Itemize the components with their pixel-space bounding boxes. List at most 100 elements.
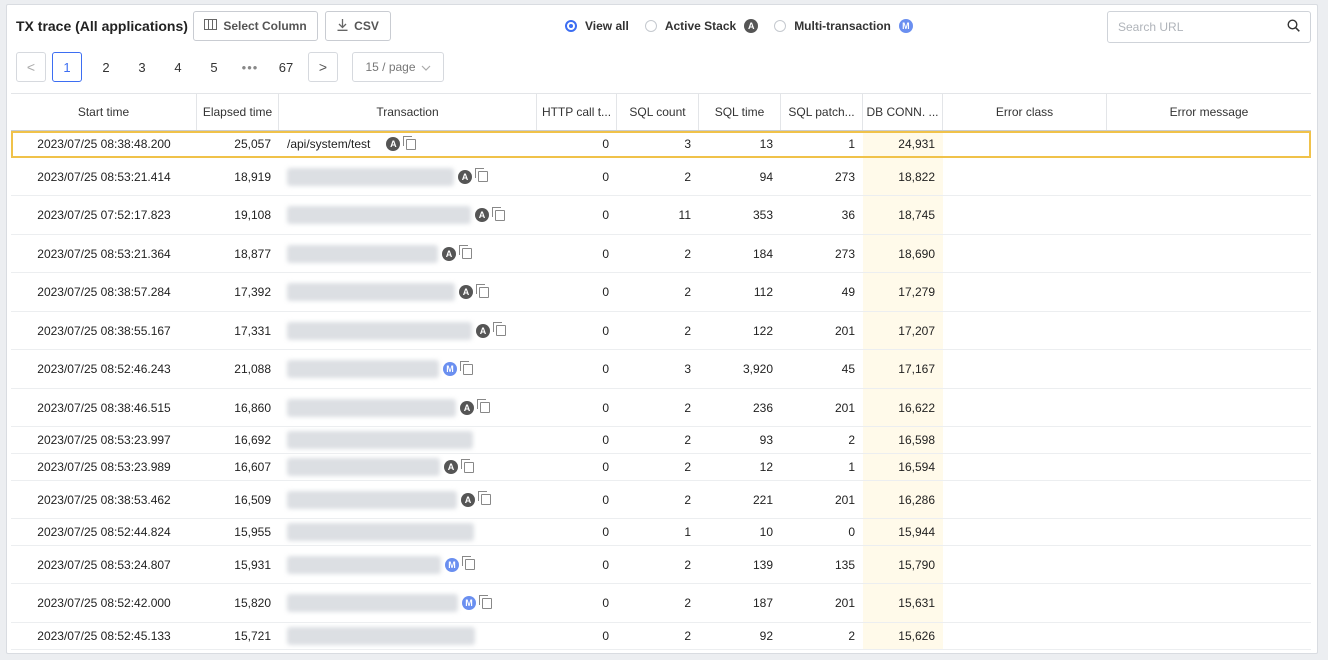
- col-elapsed-time[interactable]: Elapsed time: [197, 94, 279, 130]
- table-row[interactable]: 2023/07/25 08:53:21.414 18,919 A 0 2 94 273 18,…: [11, 158, 1311, 196]
- col-error-class[interactable]: Error class: [943, 94, 1107, 130]
- copy-icon[interactable]: [403, 135, 417, 150]
- cell-transaction[interactable]: A: [279, 273, 537, 311]
- col-sql-count[interactable]: SQL count: [617, 94, 699, 130]
- copy-icon[interactable]: [460, 360, 473, 375]
- csv-download-button[interactable]: CSV: [325, 11, 391, 41]
- col-sql-time[interactable]: SQL time: [699, 94, 781, 130]
- copy-icon[interactable]: [479, 594, 492, 609]
- active-stack-badge[interactable]: A: [386, 137, 401, 151]
- table-row[interactable]: 2023/07/25 08:53:23.989 16,607 A 0 2 12 1 16,59…: [11, 454, 1311, 481]
- page-2[interactable]: 2: [88, 60, 124, 75]
- pagination: < 1 2 3 4 5 ••• 67 > 15 / page: [16, 52, 444, 82]
- cell-sql-count: 2: [684, 400, 691, 415]
- cell-transaction[interactable]: A: [279, 312, 537, 349]
- active-stack-badge[interactable]: A: [458, 169, 472, 184]
- cell-start-time: 2023/07/25 08:53:21.364: [37, 246, 171, 261]
- copy-icon[interactable]: [459, 245, 472, 259]
- table-row[interactable]: 2023/07/25 08:53:24.807 15,931 M 0 2 139 135 15…: [11, 546, 1311, 584]
- table-row[interactable]: 2023/07/25 08:52:45.133 15,721 0 2 92 2 15,626: [11, 623, 1311, 650]
- table-row[interactable]: 2023/07/25 08:38:53.462 16,509 A 0 2 221 201 16…: [11, 481, 1311, 519]
- col-error-message[interactable]: Error message: [1107, 94, 1311, 130]
- cell-transaction[interactable]: [279, 519, 537, 545]
- cell-sql-time: 112: [753, 285, 773, 299]
- cell-transaction[interactable]: M: [279, 584, 537, 622]
- active-stack-badge[interactable]: A: [444, 460, 458, 474]
- cell-error-class: [943, 235, 1107, 272]
- page-size-select[interactable]: 15 / page: [352, 52, 444, 82]
- table-row[interactable]: 2023/07/25 08:52:42.000 15,820 M 0 2 187 201 15…: [11, 584, 1311, 623]
- cell-transaction[interactable]: A: [279, 389, 537, 426]
- cell-transaction[interactable]: A: [279, 481, 537, 518]
- cell-transaction[interactable]: A: [279, 196, 537, 234]
- active-stack-badge[interactable]: A: [459, 285, 473, 299]
- copy-icon[interactable]: [493, 322, 506, 336]
- multi-transaction-badge[interactable]: M: [443, 362, 457, 376]
- pagination-ellipsis[interactable]: •••: [232, 60, 268, 75]
- cell-transaction[interactable]: A: [279, 158, 537, 195]
- active-stack-badge[interactable]: A: [461, 492, 475, 507]
- cell-error-message: [1107, 623, 1311, 649]
- cell-http-call: 0: [602, 137, 609, 151]
- col-start-time[interactable]: Start time: [11, 94, 197, 130]
- radio-multi-transaction[interactable]: Multi-transaction M: [774, 19, 913, 33]
- prev-page-button[interactable]: <: [16, 52, 46, 82]
- table-row[interactable]: 2023/07/25 08:38:46.515 16,860 A 0 2 236 201 16…: [11, 389, 1311, 427]
- copy-icon[interactable]: [462, 556, 475, 570]
- cell-db-conn: 17,167: [863, 350, 943, 388]
- next-page-button[interactable]: >: [308, 52, 338, 82]
- radio-view-all[interactable]: View all: [565, 19, 629, 33]
- multi-transaction-badge[interactable]: M: [445, 557, 459, 572]
- table-row[interactable]: 2023/07/25 08:38:55.167 17,331 A 0 2 122 201 17…: [11, 312, 1311, 350]
- cell-error-class: [943, 519, 1107, 545]
- table-row[interactable]: 2023/07/25 08:38:48.200 25,057/api/system…: [11, 131, 1311, 158]
- cell-transaction[interactable]: A: [279, 235, 537, 272]
- search-input[interactable]: Search URL: [1107, 11, 1311, 43]
- cell-sql-patch: 273: [834, 169, 855, 184]
- active-stack-badge[interactable]: A: [475, 208, 489, 222]
- col-transaction[interactable]: Transaction: [279, 94, 537, 130]
- table-row[interactable]: 2023/07/25 08:52:46.243 21,088 M 0 3 3,920 45 1…: [11, 350, 1311, 389]
- page-4[interactable]: 4: [160, 60, 196, 75]
- copy-icon[interactable]: [461, 458, 474, 473]
- col-http-call[interactable]: HTTP call t...: [537, 94, 617, 130]
- active-stack-badge[interactable]: A: [442, 246, 456, 261]
- radio-active-stack[interactable]: Active Stack A: [644, 19, 759, 33]
- transaction-url[interactable]: /api/system/test: [287, 137, 370, 151]
- active-stack-badge[interactable]: A: [476, 323, 490, 338]
- cell-transaction[interactable]: M: [279, 350, 537, 388]
- page-last[interactable]: 67: [268, 60, 304, 75]
- cell-transaction[interactable]: M: [279, 546, 537, 583]
- page-5[interactable]: 5: [196, 60, 232, 75]
- copy-icon[interactable]: [476, 283, 489, 298]
- col-sql-patch[interactable]: SQL patch...: [781, 94, 863, 130]
- cell-transaction[interactable]: /api/system/test A: [279, 131, 537, 157]
- cell-transaction[interactable]: A: [279, 454, 537, 480]
- cell-error-message: [1107, 235, 1311, 272]
- col-db-conn[interactable]: DB CONN. ...: [863, 94, 943, 130]
- cell-sql-count: 3: [684, 362, 691, 376]
- table-row[interactable]: 2023/07/25 08:53:23.997 16,692 0 2 93 2 16,598: [11, 427, 1311, 454]
- copy-icon[interactable]: [477, 399, 490, 413]
- active-stack-badge[interactable]: A: [460, 400, 474, 415]
- cell-sql-time: 93: [759, 433, 773, 447]
- redacted-transaction-url: [287, 321, 472, 340]
- copy-icon[interactable]: [475, 168, 488, 182]
- multi-transaction-badge[interactable]: M: [462, 596, 476, 610]
- search-icon[interactable]: [1287, 19, 1300, 35]
- cell-transaction[interactable]: [279, 623, 537, 649]
- select-column-button[interactable]: Select Column: [193, 11, 318, 41]
- table-row[interactable]: 2023/07/25 07:52:17.823 19,108 A 0 11 353 36 18…: [11, 196, 1311, 235]
- cell-start-time: 2023/07/25 08:38:57.284: [37, 285, 171, 299]
- cell-sql-count: 2: [684, 323, 691, 338]
- page-1[interactable]: 1: [52, 52, 82, 82]
- cell-sql-patch: 201: [834, 596, 855, 610]
- copy-icon[interactable]: [492, 206, 505, 221]
- table-row[interactable]: 2023/07/25 08:38:57.284 17,392 A 0 2 112 49 17,…: [11, 273, 1311, 312]
- page-3[interactable]: 3: [124, 60, 160, 75]
- table-row[interactable]: 2023/07/25 08:52:44.824 15,955 0 1 10 0 15,944: [11, 519, 1311, 546]
- table-row[interactable]: 2023/07/25 08:53:21.364 18,877 A 0 2 184 273 18…: [11, 235, 1311, 273]
- cell-sql-time: 221: [752, 492, 773, 507]
- cell-transaction[interactable]: [279, 427, 537, 453]
- copy-icon[interactable]: [478, 491, 491, 505]
